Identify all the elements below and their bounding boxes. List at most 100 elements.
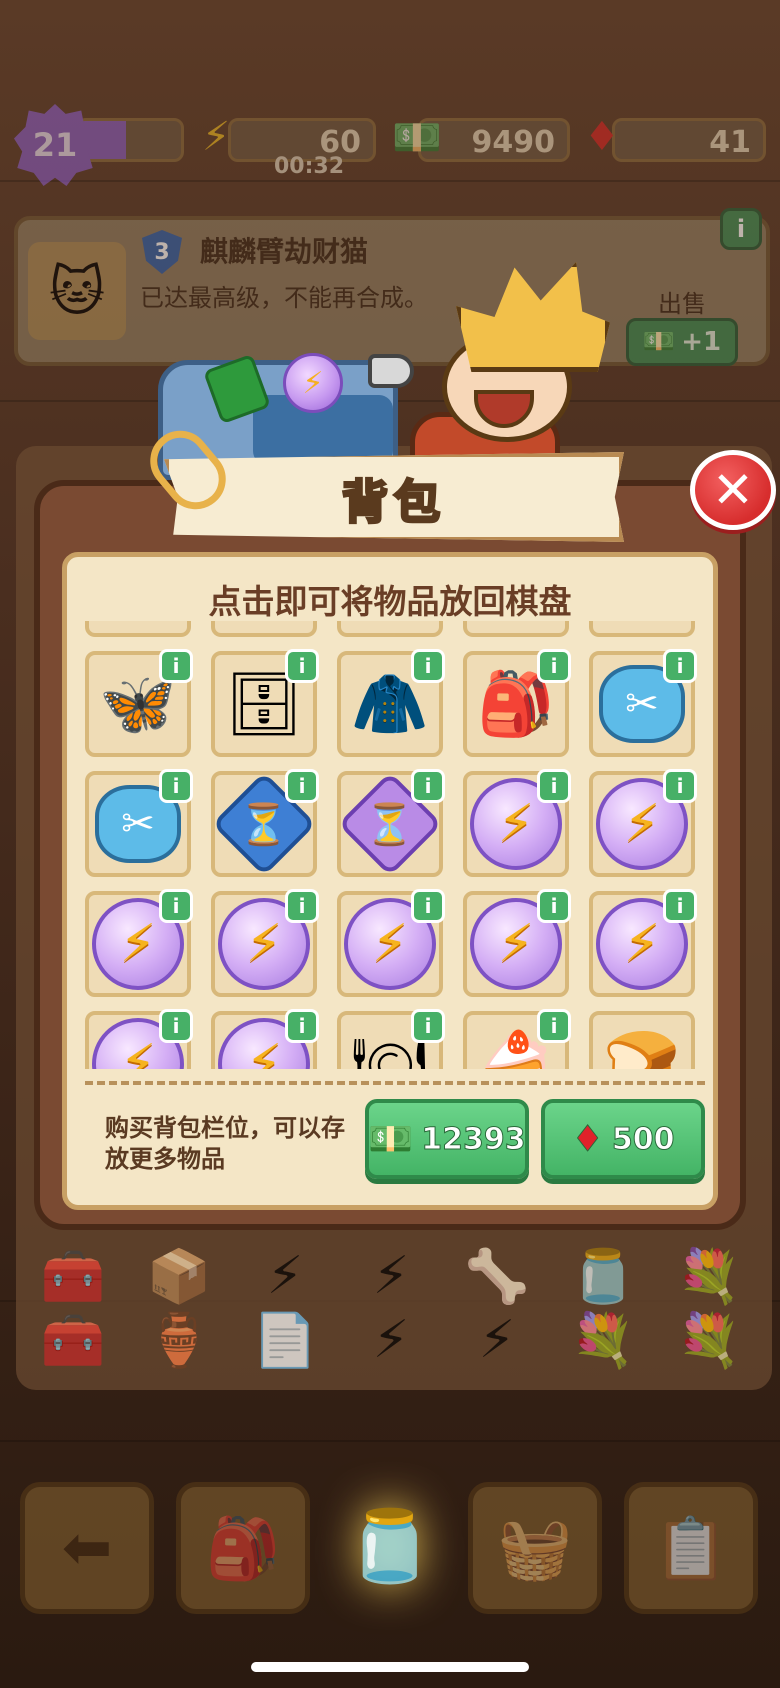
item-grid: 🪵🤖🧴💧🌾🦋i🗄i🧥i🎒i✂i✂i⏳i⏳i⚡i⚡i⚡i⚡i⚡i⚡i⚡i⚡i⚡i🍽… <box>85 621 697 1069</box>
info-icon[interactable]: i <box>411 889 445 923</box>
bread-icon: 🍞 <box>603 1027 681 1070</box>
info-icon[interactable]: i <box>537 889 571 923</box>
energy-jar-icon[interactable]: 🫙 <box>346 1486 433 1606</box>
buy-with-gems-button[interactable]: ♦ 500 <box>541 1099 705 1179</box>
backpack-slot[interactable]: 🎒 i <box>463 649 571 757</box>
info-icon[interactable]: i <box>411 1009 445 1043</box>
cash-icon: 💵 <box>368 1119 414 1161</box>
sell-value: +1 <box>681 327 722 357</box>
backpack-slot[interactable]: 🗄 i <box>211 649 319 757</box>
backpack-slot[interactable]: ⚡ i <box>463 769 571 877</box>
backpack-subtitle: 点击即可将物品放回棋盘 <box>208 582 572 621</box>
character-illustration <box>368 262 630 472</box>
info-icon[interactable]: i <box>285 769 319 803</box>
energy-orb-icon[interactable]: ⚡ <box>344 1290 438 1390</box>
energy-orb-icon: ⚡ <box>283 353 343 413</box>
flower-basket-icon[interactable]: 💐 <box>556 1290 650 1390</box>
backpack-slot[interactable]: ⚡ i <box>211 889 319 997</box>
arrow-left-icon: ⬅ <box>61 1513 113 1583</box>
backpack-slot[interactable]: ⚡ i <box>211 1009 319 1069</box>
info-icon[interactable]: i <box>663 889 697 923</box>
gem-value: 41 <box>709 125 751 160</box>
gem-counter[interactable]: 41 <box>612 118 766 162</box>
backpack-slot[interactable]: ✂ i <box>85 769 193 877</box>
backpack-modal: 点击即可将物品放回棋盘 🪵🤖🧴💧🌾🦋i🗄i🧥i🎒i✂i✂i⏳i⏳i⚡i⚡i⚡i⚡… <box>34 480 746 1230</box>
item-info-card: 🐱 3 麒麟臂劫财猫 已达最高级，不能再合成。 出售 💵 +1 i <box>14 208 770 366</box>
clipboard-icon: 📋 <box>653 1513 729 1584</box>
cash-icon: 💵 <box>392 115 442 161</box>
close-icon: ✕ <box>712 461 754 519</box>
backpack-slot[interactable]: ⚡ i <box>85 1009 193 1069</box>
backpack-slot[interactable]: ⚡ i <box>85 889 193 997</box>
buy-cash-price: 12393 <box>421 1121 526 1157</box>
sell-button[interactable]: 💵 +1 <box>626 318 738 366</box>
backpack-slot[interactable]: 🌾 <box>589 621 695 637</box>
backpack-title: 背包 <box>341 474 446 531</box>
info-icon[interactable]: i <box>537 769 571 803</box>
backpack-slot[interactable]: 🧴 <box>337 621 443 637</box>
backpack-nav-button[interactable]: 🎒 <box>176 1482 310 1614</box>
backpack-slot[interactable]: ⚡ i <box>589 889 697 997</box>
ruby-icon: ♦ <box>584 114 620 160</box>
backpack-slot[interactable]: 🤖 <box>211 621 317 637</box>
energy-orb-icon[interactable]: ⚡ <box>450 1290 544 1390</box>
backpack-slot[interactable]: ⏳ i <box>211 769 319 877</box>
axe-icon <box>368 354 414 388</box>
info-icon[interactable]: i <box>159 649 193 683</box>
energy-timer: 00:32 <box>274 154 345 179</box>
backpack-slot[interactable]: 🍰 i <box>463 1009 571 1069</box>
back-button[interactable]: ⬅ <box>20 1482 154 1614</box>
info-icon[interactable]: i <box>159 769 193 803</box>
backpack-slot[interactable]: ⚡ i <box>463 889 571 997</box>
info-button[interactable]: i <box>720 208 762 250</box>
paper-stack-icon[interactable]: 📄 <box>238 1290 332 1390</box>
backpack-slot[interactable]: 🍞 <box>589 1011 695 1069</box>
info-icon[interactable]: i <box>285 649 319 683</box>
basket-icon: 🧺 <box>497 1513 573 1584</box>
close-button[interactable]: ✕ <box>690 450 776 530</box>
sell-label: 出售 <box>658 290 706 318</box>
backpack-slot[interactable]: ⏳ i <box>337 769 445 877</box>
backpack-icon: 🎒 <box>205 1513 281 1584</box>
info-icon[interactable]: i <box>285 889 319 923</box>
level-value: 21 <box>32 126 78 164</box>
first-aid-icon[interactable]: 🧰 <box>26 1290 120 1390</box>
backpack-slot[interactable]: ⚡ i <box>337 889 445 997</box>
resource-bar: 21 60 ⚡ 00:32 9490 💵 41 ♦ <box>0 104 780 186</box>
info-icon[interactable]: i <box>663 649 697 683</box>
home-indicator[interactable] <box>251 1662 529 1672</box>
buy-with-cash-button[interactable]: 💵 12393 <box>365 1099 529 1179</box>
backpack-slot[interactable]: 🦋 i <box>85 649 193 757</box>
item-description: 已达最高级，不能再合成。 <box>140 284 428 312</box>
backpack-slot[interactable]: 🪵 <box>85 621 191 637</box>
level-badge[interactable]: 21 <box>14 104 96 186</box>
info-icon[interactable]: i <box>411 769 445 803</box>
backpack-slot[interactable]: 🍽 i <box>337 1009 445 1069</box>
info-icon[interactable]: i <box>663 769 697 803</box>
info-icon[interactable]: i <box>537 1009 571 1043</box>
board-row: 🧰 🏺 📄 ⚡ ⚡ 💐 💐 <box>26 1290 766 1400</box>
ruby-icon: ♦ <box>571 1118 604 1160</box>
info-icon[interactable]: i <box>411 649 445 683</box>
backpack-slot[interactable]: 🧥 i <box>337 649 445 757</box>
backpack-panel: 点击即可将物品放回棋盘 🪵🤖🧴💧🌾🦋i🗄i🧥i🎒i✂i✂i⏳i⏳i⚡i⚡i⚡i⚡… <box>62 552 718 1210</box>
lucky-cat-icon: 🐱 <box>28 242 126 340</box>
hourglass-glyph: ⏳ <box>239 801 289 848</box>
shop-button[interactable]: 🧺 <box>468 1482 602 1614</box>
tier-shield: 3 <box>142 230 182 274</box>
backpack-slot[interactable]: ⚡ i <box>589 769 697 877</box>
flower-basket-icon[interactable]: 💐 <box>662 1290 756 1390</box>
info-icon[interactable]: i <box>285 1009 319 1043</box>
info-icon[interactable]: i <box>537 649 571 683</box>
tasks-button[interactable]: 📋 <box>624 1482 758 1614</box>
backpack-slot[interactable]: 💧 <box>463 621 569 637</box>
info-icon[interactable]: i <box>159 889 193 923</box>
item-name: 麒麟臂劫财猫 <box>200 235 369 268</box>
backpack-slot[interactable]: ✂ i <box>589 649 697 757</box>
hourglass-glyph: ⏳ <box>365 801 415 848</box>
item-grid-viewport[interactable]: 🪵🤖🧴💧🌾🦋i🗄i🧥i🎒i✂i✂i⏳i⏳i⚡i⚡i⚡i⚡i⚡i⚡i⚡i⚡i⚡i🍽… <box>85 621 705 1069</box>
lightning-icon: ⚡ <box>202 114 231 160</box>
cash-value: 9490 <box>471 125 556 160</box>
vase-icon[interactable]: 🏺 <box>132 1290 226 1390</box>
info-icon[interactable]: i <box>159 1009 193 1043</box>
